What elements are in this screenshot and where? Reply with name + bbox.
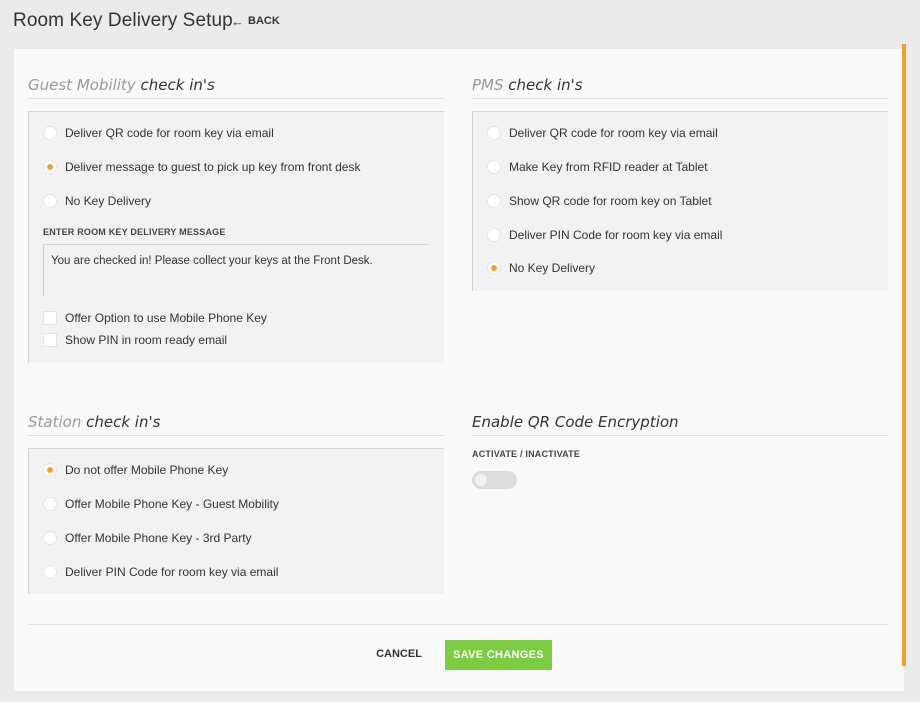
checkbox[interactable] <box>43 333 57 347</box>
station-title-prefix: Station <box>28 413 82 431</box>
option-label: Make Key from RFID reader at Tablet <box>509 160 708 174</box>
mobile-phone-key-option[interactable]: Offer Option to use Mobile Phone Key <box>43 311 267 325</box>
pms-title-prefix: PMS <box>472 76 504 94</box>
cancel-button[interactable]: CANCEL <box>372 645 426 663</box>
option-label: Show QR code for room key on Tablet <box>509 194 712 208</box>
radio-button-selected[interactable] <box>43 463 57 477</box>
option-label: No Key Delivery <box>65 194 152 208</box>
option-label: No Key Delivery <box>509 261 596 275</box>
radio-button[interactable] <box>43 194 57 208</box>
arrow-left-icon: ← <box>231 13 244 29</box>
station-option-pin-email[interactable]: Deliver PIN Code for room key via email <box>43 565 278 579</box>
station-title-suffix: check in's <box>86 413 161 431</box>
radio-button[interactable] <box>487 228 501 242</box>
option-label: Deliver message to guest to pick up key … <box>65 160 361 174</box>
option-label: Deliver QR code for room key via email <box>65 126 274 140</box>
option-label: Do not offer Mobile Phone Key <box>65 463 229 477</box>
station-option-guest-mobility[interactable]: Offer Mobile Phone Key - Guest Mobility <box>43 497 279 511</box>
toggle-label: ACTIVATE / INACTIVATE <box>472 449 581 459</box>
radio-button[interactable] <box>487 160 501 174</box>
station-option-no-mobile-key[interactable]: Do not offer Mobile Phone Key <box>43 463 228 477</box>
show-pin-option[interactable]: Show PIN in room ready email <box>43 333 227 347</box>
option-label: Deliver PIN Code for room key via email <box>65 565 279 579</box>
qr-encryption-toggle[interactable] <box>472 471 517 489</box>
pms-title-suffix: check in's <box>508 76 583 94</box>
radio-button[interactable] <box>487 194 501 208</box>
pms-option-qr-email[interactable]: Deliver QR code for room key via email <box>487 126 718 140</box>
radio-button[interactable] <box>487 126 501 140</box>
option-label: Deliver PIN Code for room key via email <box>509 228 723 242</box>
radio-button[interactable] <box>43 497 57 511</box>
radio-button-selected[interactable] <box>487 261 501 275</box>
option-label: Offer Mobile Phone Key - 3rd Party <box>65 531 252 545</box>
pms-option-pin-email[interactable]: Deliver PIN Code for room key via email <box>487 228 722 242</box>
save-changes-button[interactable]: SAVE CHANGES <box>445 640 552 670</box>
delivery-message-label: ENTER ROOM KEY DELIVERY MESSAGE <box>43 227 226 237</box>
checkbox-label: Show PIN in room ready email <box>65 333 228 347</box>
pms-option-qr-tablet[interactable]: Show QR code for room key on Tablet <box>487 194 712 208</box>
page-title: Room Key Delivery Setup <box>13 10 233 31</box>
guest-mobility-title-suffix: check in's <box>140 76 215 94</box>
option-label: Offer Mobile Phone Key - Guest Mobility <box>65 497 279 511</box>
radio-button-selected[interactable] <box>43 160 57 174</box>
pms-option-rfid[interactable]: Make Key from RFID reader at Tablet <box>487 160 708 174</box>
pms-title: PMS check in's <box>472 76 888 99</box>
checkbox[interactable] <box>43 311 57 325</box>
guest-mobility-option-no-key[interactable]: No Key Delivery <box>43 194 151 208</box>
footer-divider <box>28 624 888 625</box>
back-button[interactable]: ← BACK <box>231 13 280 29</box>
toggle-knob <box>475 474 487 486</box>
scrollbar[interactable] <box>902 44 906 666</box>
guest-mobility-option-front-desk[interactable]: Deliver message to guest to pick up key … <box>43 160 360 174</box>
station-title: Station check in's <box>28 413 444 436</box>
qr-encryption-title: Enable QR Code Encryption <box>472 413 888 436</box>
option-label: Deliver QR code for room key via email <box>509 126 718 140</box>
delivery-message-input[interactable]: You are checked in! Please collect your … <box>43 244 429 296</box>
guest-mobility-options-box <box>28 111 444 363</box>
radio-button[interactable] <box>43 565 57 579</box>
back-label: BACK <box>248 15 280 27</box>
pms-option-no-key[interactable]: No Key Delivery <box>487 261 595 275</box>
guest-mobility-title-prefix: Guest Mobility <box>28 76 136 94</box>
radio-button[interactable] <box>43 126 57 140</box>
page-header: Room Key Delivery Setup ← BACK <box>0 0 920 44</box>
checkbox-label: Offer Option to use Mobile Phone Key <box>65 311 267 325</box>
guest-mobility-title: Guest Mobility check in's <box>28 76 444 99</box>
station-option-3rd-party[interactable]: Offer Mobile Phone Key - 3rd Party <box>43 531 252 545</box>
radio-button[interactable] <box>43 531 57 545</box>
guest-mobility-option-qr-email[interactable]: Deliver QR code for room key via email <box>43 126 274 140</box>
